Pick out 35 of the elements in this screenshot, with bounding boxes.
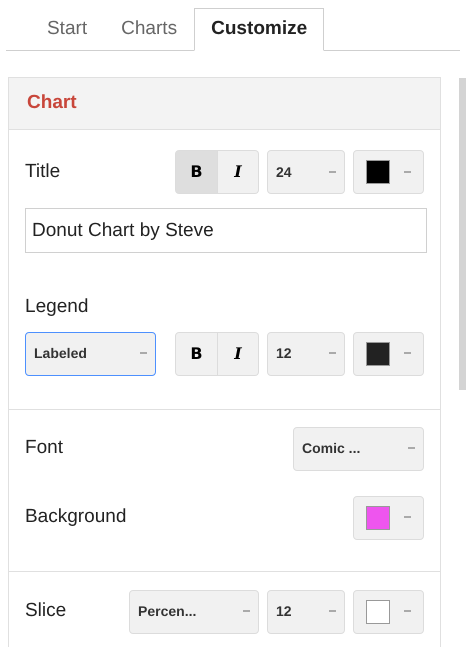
color-picker[interactable] [353, 332, 424, 376]
bold-button[interactable]: B [175, 150, 218, 194]
caret-icon [404, 516, 411, 519]
section-title: Chart [27, 91, 77, 116]
tab[interactable]: Customize [194, 8, 324, 51]
dropdown[interactable]: 24 [267, 150, 345, 194]
tab[interactable]: Charts [104, 8, 194, 51]
caret-icon [329, 610, 336, 613]
caret-icon [140, 352, 147, 355]
dropdown[interactable]: Comic ... [293, 426, 424, 470]
scrollbar-thumb[interactable] [459, 78, 466, 390]
dropdown[interactable]: Percen... [129, 590, 259, 634]
field-label: Background [25, 505, 126, 530]
italic-button[interactable]: I [218, 150, 259, 194]
caret-icon [404, 610, 411, 613]
color-picker[interactable] [353, 150, 424, 194]
color-picker[interactable] [353, 496, 424, 540]
field-label: Title [25, 160, 62, 184]
tab[interactable]: Start [30, 8, 104, 51]
caret-icon [404, 170, 411, 174]
color-picker[interactable] [353, 590, 424, 634]
field-label: Slice [25, 599, 68, 624]
caret-icon [329, 352, 336, 355]
dropdown[interactable]: Labeled [25, 332, 156, 376]
dropdown[interactable]: 12 [267, 590, 345, 634]
caret-icon [329, 170, 336, 174]
caret-icon [408, 447, 415, 450]
italic-button[interactable]: I [218, 332, 259, 376]
field-label: Font [25, 436, 64, 460]
caret-icon [404, 352, 411, 355]
dropdown[interactable]: 12 [267, 332, 345, 376]
title-input[interactable]: Donut Chart by Steve [25, 208, 427, 253]
field-label: Legend [25, 295, 90, 319]
bold-button[interactable]: B [175, 332, 218, 376]
caret-icon [243, 610, 250, 613]
